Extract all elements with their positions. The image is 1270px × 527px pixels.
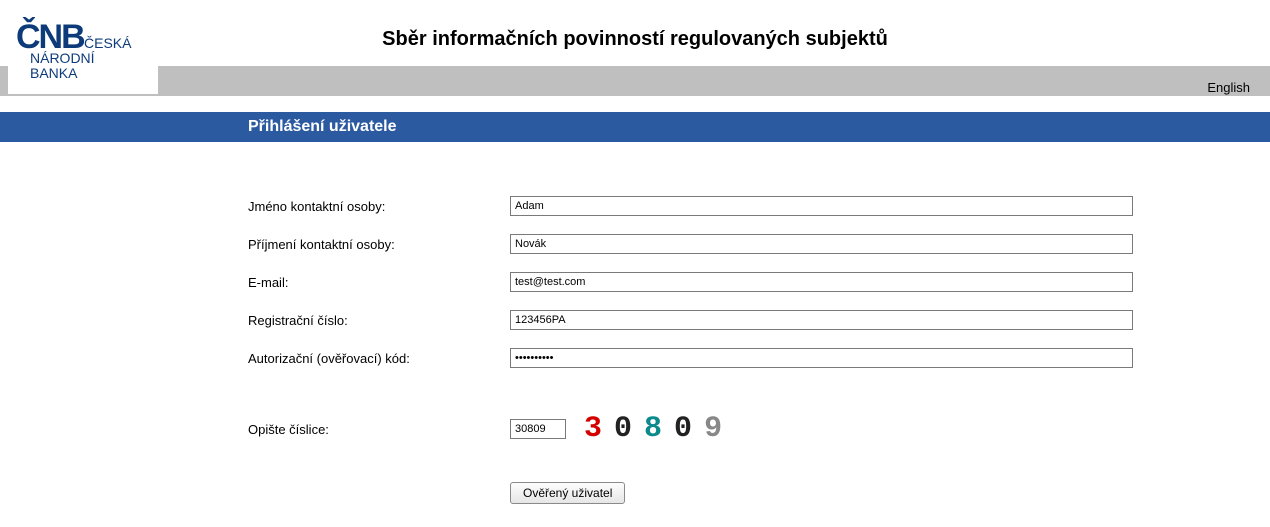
first-name-input[interactable] [510,196,1133,216]
submit-button[interactable]: Ověřený uživatel [510,482,625,504]
svg-text:ČESKÁ: ČESKÁ [84,35,132,51]
gray-bar [0,66,1270,96]
cnb-logo: ČNB ČESKÁ NÁRODNÍ BANKA [8,8,158,94]
captcha-image: 30809 [584,414,724,444]
svg-text:BANKA: BANKA [30,65,78,81]
section-title: Přihlášení uživatele [248,118,397,136]
email-label: E-mail: [248,275,510,290]
captcha-digit: 9 [704,414,724,444]
section-bar: Přihlášení uživatele [0,112,1270,142]
auth-input[interactable] [510,348,1133,368]
auth-label: Autorizační (ověřovací) kód: [248,351,510,366]
captcha-digit: 8 [644,414,664,444]
reg-label: Registrační číslo: [248,313,510,328]
first-name-label: Jméno kontaktní osoby: [248,199,510,214]
page-title: Sběr informačních povinností regulovanýc… [0,28,1270,51]
captcha-input[interactable] [510,419,566,439]
captcha-digit: 0 [614,414,634,444]
captcha-label: Opište číslice: [248,422,510,437]
last-name-input[interactable] [510,234,1133,254]
language-link[interactable]: English [1207,80,1250,95]
last-name-label: Příjmení kontaktní osoby: [248,237,510,252]
login-form: Jméno kontaktní osoby: Příjmení kontaktn… [0,142,1270,504]
email-input[interactable] [510,272,1133,292]
captcha-digit: 3 [584,414,604,444]
reg-input[interactable] [510,310,1133,330]
svg-text:NÁRODNÍ: NÁRODNÍ [30,50,95,66]
captcha-digit: 0 [674,414,694,444]
